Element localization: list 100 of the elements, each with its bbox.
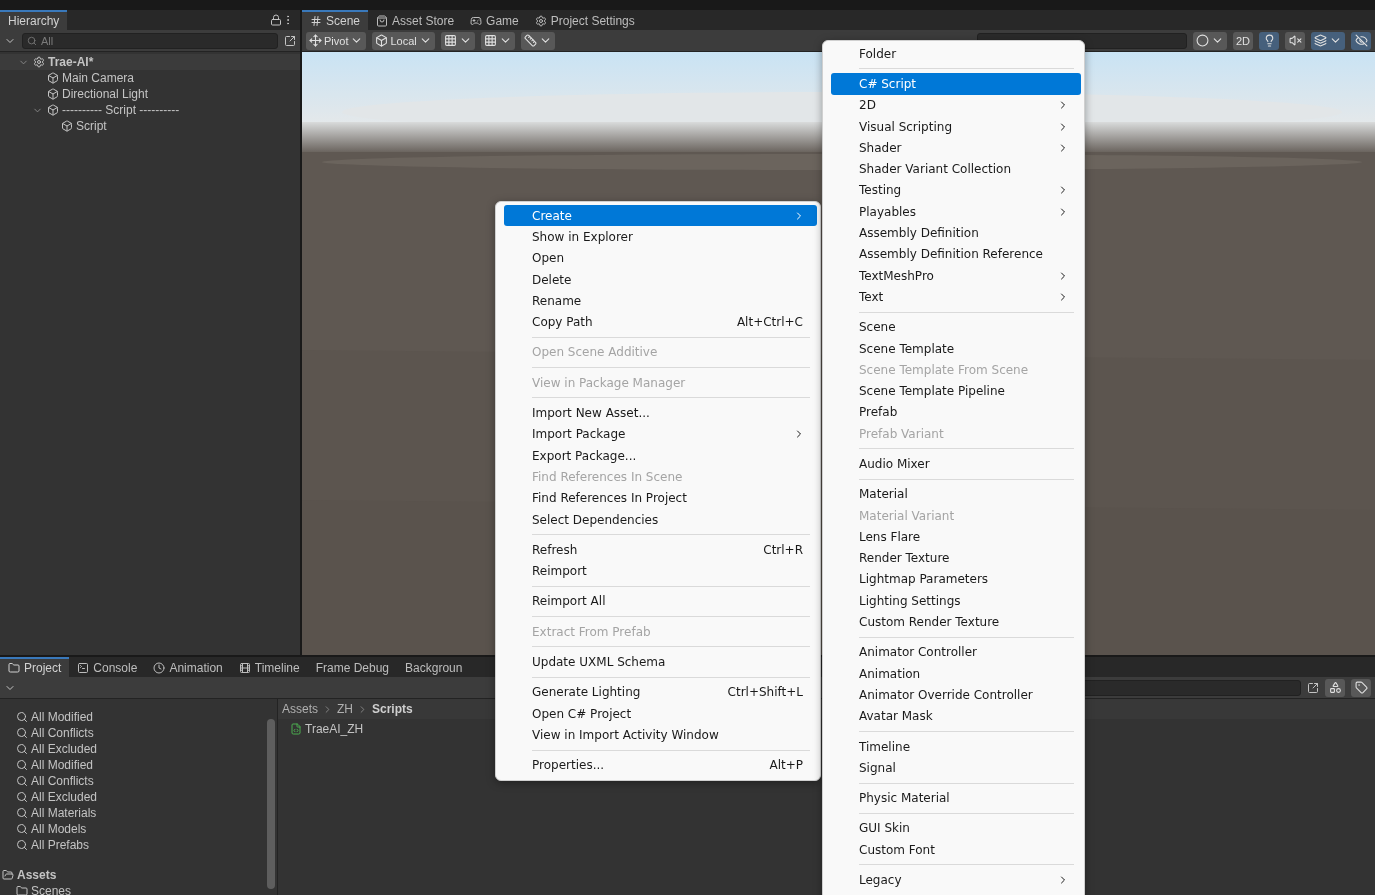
menu-item[interactable]: Delete bbox=[504, 268, 817, 291]
window-tab[interactable]: Timeline bbox=[230, 657, 308, 677]
snap-button[interactable] bbox=[480, 31, 515, 50]
breadcrumb-item[interactable]: ZH bbox=[337, 702, 353, 716]
hierarchy-item[interactable]: Script bbox=[76, 119, 107, 133]
menu-item[interactable]: Signal bbox=[831, 757, 1081, 779]
saved-search-item[interactable]: All Excluded bbox=[31, 742, 98, 756]
view-tab[interactable]: Project Settings bbox=[526, 10, 643, 30]
menu-item[interactable]: Select Dependencies bbox=[504, 508, 817, 531]
menu-item[interactable]: Text bbox=[831, 286, 1081, 308]
search-window-icon[interactable] bbox=[1307, 681, 1319, 694]
menu-item[interactable]: Lighting Settings bbox=[831, 590, 1081, 612]
grid-button[interactable] bbox=[440, 31, 475, 50]
menu-item[interactable]: TextMeshPro bbox=[831, 264, 1081, 287]
menu-item[interactable]: Reimport All bbox=[504, 590, 817, 613]
saved-search-item[interactable]: All Prefabs bbox=[31, 838, 90, 852]
menu-item[interactable]: Scene Template bbox=[831, 337, 1081, 360]
hierarchy-item[interactable]: Main Camera bbox=[62, 71, 135, 85]
saved-search-item[interactable]: All Materials bbox=[31, 806, 97, 820]
search-window-icon[interactable] bbox=[284, 34, 296, 47]
menu-item[interactable]: Custom Render Texture bbox=[831, 611, 1081, 633]
menu-item[interactable]: Import Package bbox=[504, 423, 817, 445]
saved-search-item[interactable]: All Modified bbox=[31, 710, 94, 724]
hierarchy-item[interactable]: Directional Light bbox=[62, 87, 149, 101]
menu-item[interactable]: Animation bbox=[831, 663, 1081, 685]
window-tab[interactable]: Frame Debug bbox=[307, 657, 398, 677]
menu-item[interactable]: Lens Flare bbox=[831, 526, 1081, 548]
hierarchy-tab[interactable]: Hierarchy bbox=[0, 10, 68, 30]
lock-icon[interactable] bbox=[270, 14, 282, 26]
2d-toggle[interactable]: 2D bbox=[1232, 31, 1253, 50]
toolbar-dropdown[interactable]: Pivot bbox=[306, 31, 367, 50]
menu-item[interactable]: Material bbox=[831, 483, 1081, 505]
scene-name[interactable]: Trae-AI* bbox=[48, 55, 94, 69]
menu-item[interactable]: Legacy bbox=[831, 869, 1081, 891]
menu-item[interactable]: Animator Controller bbox=[831, 641, 1081, 663]
menu-item[interactable]: Animator Override Controller bbox=[831, 684, 1081, 706]
menu-item[interactable]: Update UXML Schema bbox=[504, 651, 817, 673]
menu-item[interactable]: Custom Font bbox=[831, 839, 1081, 861]
label-filter-button[interactable] bbox=[1351, 678, 1371, 697]
menu-item[interactable]: Import New Asset... bbox=[504, 402, 817, 424]
window-tab[interactable]: Project bbox=[0, 657, 70, 677]
menu-item[interactable]: Timeline bbox=[831, 735, 1081, 758]
assets-root-item[interactable]: Assets bbox=[17, 868, 57, 882]
saved-search-item[interactable]: All Excluded bbox=[31, 790, 98, 804]
menu-item[interactable]: Testing bbox=[831, 179, 1081, 202]
menu-item[interactable]: Folder bbox=[831, 43, 1081, 65]
menu-item[interactable]: Find References In Project bbox=[504, 487, 817, 509]
scene-view-toggle[interactable] bbox=[1351, 31, 1371, 50]
saved-search-item[interactable]: All Conflicts bbox=[31, 774, 94, 788]
menu-item[interactable]: 2D bbox=[831, 94, 1081, 116]
file-item[interactable]: TraeAI_ZH bbox=[305, 722, 364, 736]
menu-item[interactable]: Audio Mixer bbox=[831, 453, 1081, 475]
view-tab[interactable]: Game bbox=[462, 10, 527, 30]
menu-item[interactable]: Assembly Definition bbox=[831, 222, 1081, 244]
saved-search-item[interactable]: All Modified bbox=[31, 758, 94, 772]
menu-item[interactable]: Copy Path Alt+Ctrl+C bbox=[504, 311, 817, 333]
menu-item[interactable]: View in Import Activity Window bbox=[504, 724, 817, 746]
menu-item[interactable]: C# Script bbox=[831, 73, 1081, 95]
scrollbar-thumb[interactable] bbox=[267, 719, 275, 889]
menu-item[interactable]: Scene Template Pipeline bbox=[831, 380, 1081, 402]
menu-item[interactable]: Lightmap Parameters bbox=[831, 568, 1081, 591]
menu-item[interactable]: Rename bbox=[504, 290, 817, 312]
menu-item[interactable]: Show in Explorer bbox=[504, 226, 817, 248]
menu-item[interactable]: Scene bbox=[831, 316, 1081, 338]
scene-view-toggle[interactable] bbox=[1311, 31, 1345, 50]
menu-item[interactable]: Refresh Ctrl+R bbox=[504, 539, 817, 561]
menu-item[interactable]: Avatar Mask bbox=[831, 705, 1081, 727]
toolbar-dropdown[interactable]: Local bbox=[372, 31, 435, 50]
menu-item[interactable]: Open C# Project bbox=[504, 702, 817, 725]
saved-search-item[interactable]: All Conflicts bbox=[31, 726, 94, 740]
increment-button[interactable] bbox=[520, 31, 555, 50]
menu-item[interactable]: Render Texture bbox=[831, 547, 1081, 569]
menu-item[interactable]: Shader Variant Collection bbox=[831, 158, 1081, 180]
menu-item[interactable]: Assembly Definition Reference bbox=[831, 243, 1081, 265]
menu-item[interactable]: Export Package... bbox=[504, 444, 817, 467]
scene-view-toggle[interactable] bbox=[1285, 31, 1305, 50]
view-tab[interactable]: Scene bbox=[302, 10, 369, 30]
breadcrumb-item[interactable]: Scripts bbox=[372, 702, 413, 716]
menu-item[interactable]: Create bbox=[504, 205, 817, 227]
type-filter-button[interactable] bbox=[1325, 678, 1345, 697]
menu-item[interactable]: Visual Scripting bbox=[831, 115, 1081, 138]
menu-item[interactable]: Physic Material bbox=[831, 787, 1081, 809]
breadcrumb-item[interactable]: Assets bbox=[282, 702, 318, 716]
menu-item[interactable]: Prefab bbox=[831, 401, 1081, 424]
window-tab[interactable]: Console bbox=[69, 657, 146, 677]
menu-item[interactable]: Properties... Alt+P bbox=[504, 754, 817, 776]
window-tab[interactable]: Animation bbox=[145, 657, 231, 677]
menu-item[interactable]: Shader bbox=[831, 137, 1081, 159]
menu-item[interactable]: Playables bbox=[831, 201, 1081, 223]
subfolder-item[interactable]: Scenes bbox=[31, 884, 72, 895]
scene-view-toggle[interactable] bbox=[1192, 31, 1227, 50]
menu-item[interactable]: Generate Lighting Ctrl+Shift+L bbox=[504, 681, 817, 703]
view-tab[interactable]: Asset Store bbox=[368, 10, 463, 30]
menu-item[interactable]: Reimport bbox=[504, 560, 817, 582]
window-tab[interactable]: Backgroun bbox=[397, 657, 471, 677]
saved-search-item[interactable]: All Models bbox=[31, 822, 87, 836]
menu-item[interactable]: Open bbox=[504, 247, 817, 269]
hierarchy-item[interactable]: ---------- Script ---------- bbox=[62, 103, 180, 117]
menu-item[interactable]: GUI Skin bbox=[831, 817, 1081, 840]
scene-view-toggle[interactable] bbox=[1259, 31, 1279, 50]
